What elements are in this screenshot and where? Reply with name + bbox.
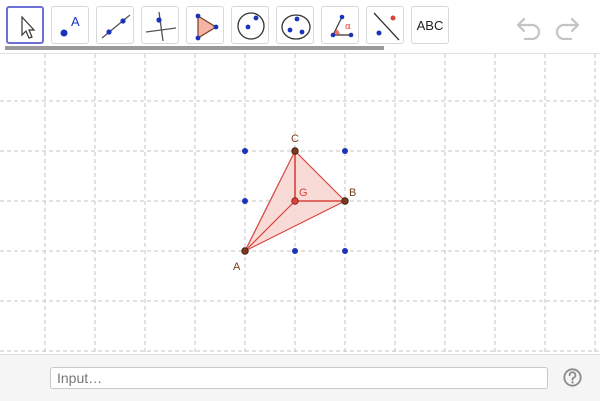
circle-three-points-icon: [281, 14, 311, 40]
label-c: C: [291, 133, 299, 145]
point-c[interactable]: [291, 147, 299, 155]
tool-perpendicular[interactable]: [141, 6, 179, 44]
line-tool-icon: [101, 14, 131, 39]
cursor-arrow-icon: [21, 15, 36, 39]
tool-line[interactable]: [96, 6, 134, 44]
text-tool-label: ABC: [416, 18, 444, 33]
perpendicular-line-icon: [145, 11, 177, 42]
toolbar-underline: [5, 46, 384, 50]
tool-point[interactable]: A: [51, 6, 89, 44]
point-g[interactable]: [291, 197, 299, 205]
tool-reflect[interactable]: [366, 6, 404, 44]
tool-circle[interactable]: [231, 6, 269, 44]
point-tool-icon: A: [60, 14, 80, 37]
redo-icon[interactable]: [552, 12, 582, 40]
input-bar: [0, 354, 600, 401]
circle-center-point-icon: [237, 12, 265, 40]
reflect-about-line-icon: [373, 12, 400, 41]
tool-angle[interactable]: α: [321, 6, 359, 44]
graphics-view[interactable]: A B C G: [0, 53, 600, 355]
grid-point[interactable]: [242, 148, 248, 154]
polygon-tool-icon: [195, 13, 219, 41]
label-a: A: [233, 261, 241, 273]
tool-move[interactable]: [6, 6, 44, 44]
point-tool-label: A: [71, 14, 80, 29]
grid-point[interactable]: [292, 248, 298, 254]
grid-point[interactable]: [342, 148, 348, 154]
grid-point[interactable]: [342, 248, 348, 254]
grid-point[interactable]: [242, 198, 248, 204]
point-a[interactable]: [241, 247, 249, 255]
toolbar: A α ABC: [0, 0, 600, 53]
label-g: G: [299, 187, 308, 199]
tool-text[interactable]: ABC: [411, 6, 449, 44]
point-b[interactable]: [341, 197, 349, 205]
help-question-icon[interactable]: [563, 368, 582, 387]
angle-tool-label: α: [345, 22, 351, 32]
graphics-canvas[interactable]: A B C G: [0, 54, 600, 355]
undo-icon[interactable]: [514, 12, 544, 40]
angle-tool-icon: α: [330, 14, 354, 38]
tool-conic[interactable]: [276, 6, 314, 44]
label-b: B: [349, 187, 356, 199]
input-field[interactable]: [50, 367, 548, 389]
tool-polygon[interactable]: [186, 6, 224, 44]
